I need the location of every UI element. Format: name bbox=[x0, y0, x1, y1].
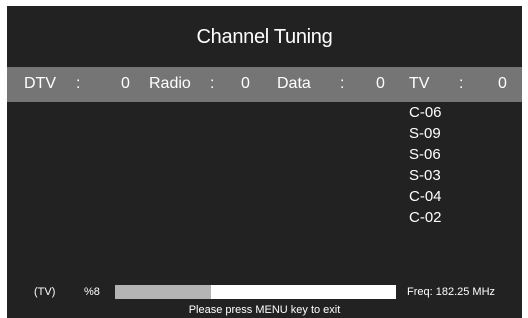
scan-progress-bar bbox=[115, 285, 396, 299]
scan-percent: %8 bbox=[84, 286, 100, 298]
scan-mode-label: (TV) bbox=[34, 286, 56, 298]
found-channel-list: C-06 S-09 S-06 S-03 C-04 C-02 bbox=[409, 102, 442, 228]
channel-counts-bar: DTV : 0 Radio : 0 Data : 0 TV : 0 bbox=[7, 67, 522, 102]
radio-count: 0 bbox=[241, 75, 250, 92]
frequency-readout: Freq: 182.25 MHz bbox=[407, 286, 496, 298]
data-count: 0 bbox=[376, 75, 385, 92]
channel-item: C-04 bbox=[409, 188, 442, 205]
page-title: Channel Tuning bbox=[196, 26, 333, 48]
tv-label: TV bbox=[409, 75, 430, 92]
radio-separator: : bbox=[210, 75, 215, 92]
radio-label: Radio bbox=[149, 75, 191, 92]
scan-progress-fill bbox=[115, 285, 211, 299]
channel-item: S-03 bbox=[409, 167, 441, 184]
channel-item: C-02 bbox=[409, 209, 442, 226]
channel-item: C-06 bbox=[409, 104, 442, 121]
channel-item: S-06 bbox=[409, 146, 441, 163]
scan-status-row: (TV) %8 Freq: 182.25 MHz bbox=[7, 285, 522, 301]
channel-item: S-09 bbox=[409, 125, 441, 142]
data-label: Data bbox=[277, 75, 311, 92]
dtv-separator: : bbox=[76, 75, 81, 92]
dtv-count: 0 bbox=[121, 75, 130, 92]
dtv-label: DTV bbox=[24, 75, 56, 92]
tuning-screen: Channel Tuning DTV : 0 Radio : 0 Data : … bbox=[7, 6, 522, 318]
tv-separator: : bbox=[459, 75, 464, 92]
exit-hint: Please press MENU key to exit bbox=[188, 304, 341, 316]
tv-count: 0 bbox=[498, 75, 507, 92]
data-separator: : bbox=[340, 75, 345, 92]
